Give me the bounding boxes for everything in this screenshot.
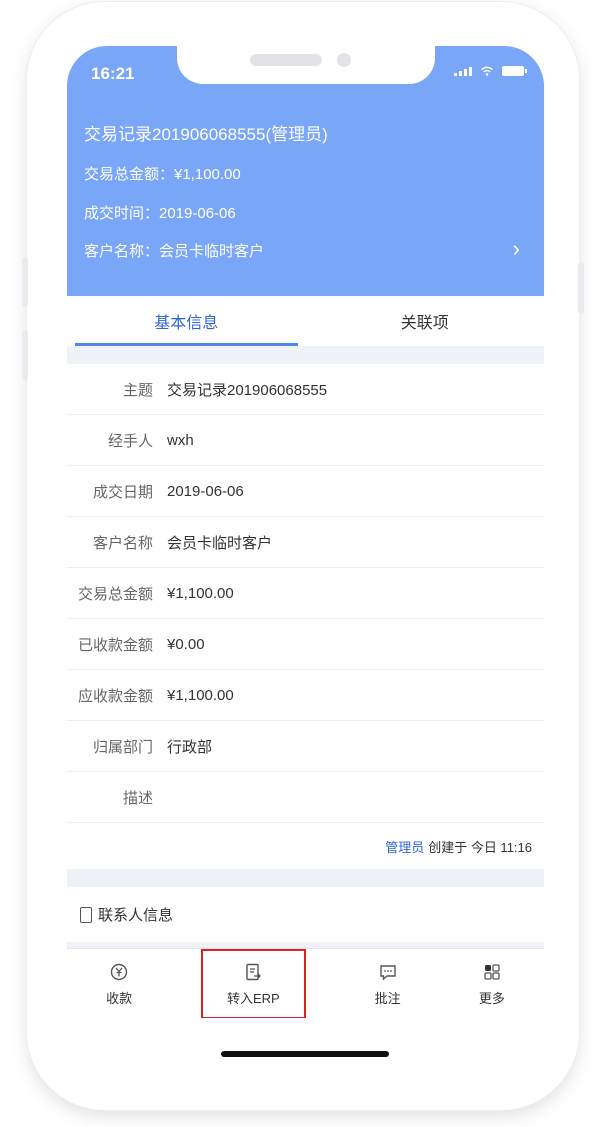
phone-side-button (22, 330, 28, 380)
field-label: 归属部门 (92, 738, 153, 756)
field-label: 主题 (122, 381, 153, 399)
comment-icon (379, 964, 396, 981)
field-value: 会员卡临时客户 (167, 534, 273, 552)
tab-bar: 基本信息 关联项 (67, 296, 544, 346)
tab-related[interactable]: 关联项 (306, 296, 545, 346)
phone-side-button (22, 257, 28, 307)
document-transfer-icon (246, 963, 262, 980)
status-icons (454, 66, 527, 76)
toolbar-label: 收款 (106, 990, 133, 1006)
status-time: 16:21 (91, 64, 135, 83)
transfer-erp-button[interactable]: 转入ERP (201, 949, 306, 1019)
toolbar-label: 更多 (478, 990, 505, 1006)
field-value: ¥0.00 (167, 635, 205, 653)
field-label: 客户名称 (92, 534, 153, 552)
battery-icon (502, 66, 527, 76)
field-row: 主题 交易记录201906068555 (67, 364, 544, 415)
field-row: 描述 (67, 772, 544, 823)
payment-button[interactable]: 收款 (67, 949, 171, 1019)
record-customer: 客户名称：会员卡临时客户 (84, 243, 265, 260)
field-value: 交易记录201906068555 (167, 381, 328, 399)
field-label: 交易总金额 (77, 585, 153, 603)
field-row: 交易总金额 ¥1,100.00 (67, 568, 544, 619)
created-time: 创建于 今日 11:16 (428, 839, 532, 855)
phone-screen: 16:21 交易记录201906068555(管理员) 交易总金额：¥1,100… (67, 46, 544, 1070)
toolbar-label: 转入ERP (227, 990, 280, 1006)
field-label: 经手人 (107, 432, 153, 450)
phone-notch (177, 46, 435, 84)
record-header[interactable]: 16:21 交易记录201906068555(管理员) 交易总金额：¥1,100… (67, 46, 544, 296)
tab-basic-info[interactable]: 基本信息 (67, 296, 306, 346)
home-indicator[interactable] (221, 1051, 389, 1057)
payment-icon (110, 963, 128, 980)
toolbar-label: 批注 (374, 990, 401, 1006)
field-label: 成交日期 (92, 483, 153, 501)
camera (337, 53, 351, 67)
bookmark-icon (80, 906, 92, 923)
field-row: 成交日期 2019-06-06 (67, 466, 544, 517)
wifi-icon (481, 66, 493, 76)
detail-card: 主题 交易记录201906068555 经手人 wxh 成交日期 2019-06… (67, 364, 544, 869)
contact-section[interactable]: 联系人信息 (67, 887, 544, 942)
field-label: 已收款金额 (77, 636, 153, 654)
home-indicator-area (67, 1018, 544, 1070)
field-row: 已收款金额 ¥0.00 (67, 619, 544, 670)
record-time: 成交时间：2019-06-06 (84, 205, 236, 222)
field-value: wxh (167, 431, 194, 449)
signal-icon (454, 67, 472, 76)
grid-more-icon (484, 963, 500, 980)
field-row: 归属部门 行政部 (67, 721, 544, 772)
more-button[interactable]: 更多 (440, 949, 544, 1019)
creator-name[interactable]: 管理员 (385, 837, 424, 856)
field-row: 经手人 wxh (67, 415, 544, 466)
field-value: 行政部 (167, 738, 213, 756)
field-value: ¥1,100.00 (167, 584, 234, 602)
speaker (250, 54, 322, 66)
record-title: 交易记录201906068555(管理员) (84, 125, 328, 144)
contact-label: 联系人信息 (98, 907, 174, 924)
created-info: 管理员 创建于 今日 11:16 (67, 823, 544, 869)
field-value: ¥1,100.00 (167, 686, 234, 704)
chevron-right-icon[interactable]: › (513, 236, 520, 262)
comment-button[interactable]: 批注 (336, 949, 440, 1019)
bottom-toolbar: 收款 转入ERP 批注 更多 (67, 948, 544, 1019)
record-amount: 交易总金额：¥1,100.00 (84, 166, 241, 183)
field-row: 应收款金额 ¥1,100.00 (67, 670, 544, 721)
field-label: 描述 (122, 789, 153, 807)
field-label: 应收款金额 (77, 687, 153, 705)
phone-side-button (578, 262, 584, 314)
field-value: 2019-06-06 (167, 482, 244, 500)
field-row: 客户名称 会员卡临时客户 (67, 517, 544, 568)
